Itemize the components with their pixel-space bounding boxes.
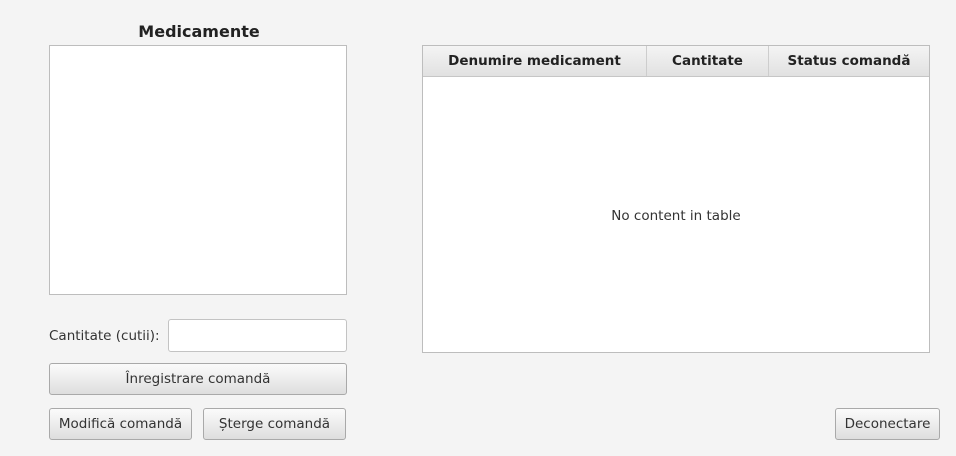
- quantity-input[interactable]: [168, 319, 347, 352]
- orders-table-header: Denumire medicament Cantitate Status com…: [423, 46, 929, 77]
- logout-button[interactable]: Deconectare: [835, 408, 940, 440]
- main-window: Medicamente Cantitate (cutii): Înregistr…: [0, 0, 956, 456]
- quantity-label: Cantitate (cutii):: [49, 328, 160, 344]
- column-header-order-status[interactable]: Status comandă: [769, 46, 929, 76]
- modify-order-button[interactable]: Modifică comandă: [49, 408, 192, 440]
- delete-order-button[interactable]: Șterge comandă: [203, 408, 346, 440]
- column-header-quantity[interactable]: Cantitate: [647, 46, 769, 76]
- orders-table[interactable]: Denumire medicament Cantitate Status com…: [422, 45, 930, 353]
- medicines-list[interactable]: [49, 45, 347, 295]
- table-empty-placeholder: No content in table: [611, 208, 741, 224]
- register-order-button[interactable]: Înregistrare comandă: [49, 363, 347, 395]
- medicines-list-title: Medicamente: [138, 22, 260, 41]
- column-header-medicine-name[interactable]: Denumire medicament: [423, 46, 647, 76]
